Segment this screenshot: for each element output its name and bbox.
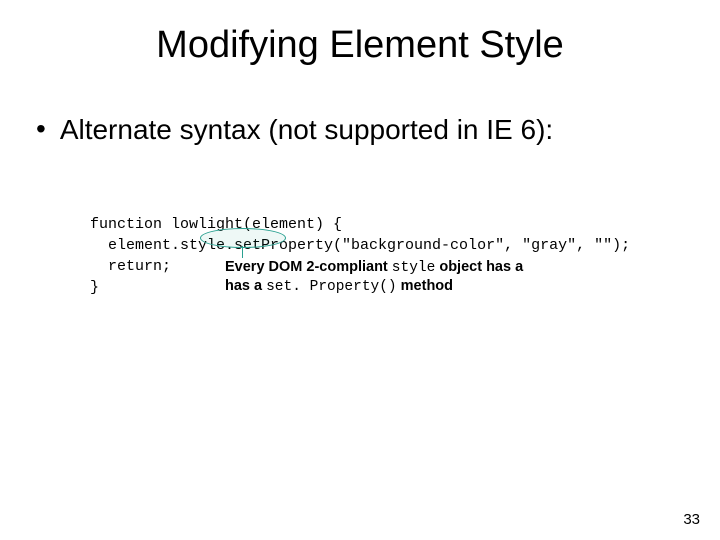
bullet-marker: • xyxy=(36,113,46,145)
annotation-suffix: method xyxy=(397,278,453,294)
code-line-4: } xyxy=(90,279,99,296)
annotation-hasa: has a xyxy=(225,278,266,294)
annotation-text: Every DOM 2-compliant style object has a… xyxy=(225,258,523,296)
annotation-code-setproperty: set. Property() xyxy=(266,279,397,295)
annotation-prefix: Every DOM 2-compliant xyxy=(225,259,392,275)
annotation-mid: object has a xyxy=(435,259,523,275)
callout-connector xyxy=(242,246,243,258)
page-number: 33 xyxy=(683,511,700,528)
code-line-3: return; xyxy=(90,258,171,275)
bullet-text: Alternate syntax (not supported in IE 6)… xyxy=(60,113,553,147)
slide: Modifying Element Style • Alternate synt… xyxy=(0,24,720,540)
callout-oval xyxy=(200,228,286,248)
code-line-2: element.style.setProperty("background-co… xyxy=(90,237,630,254)
slide-title: Modifying Element Style xyxy=(0,24,720,67)
annotation-code-style: style xyxy=(392,260,436,276)
bullet-item: • Alternate syntax (not supported in IE … xyxy=(0,113,720,147)
